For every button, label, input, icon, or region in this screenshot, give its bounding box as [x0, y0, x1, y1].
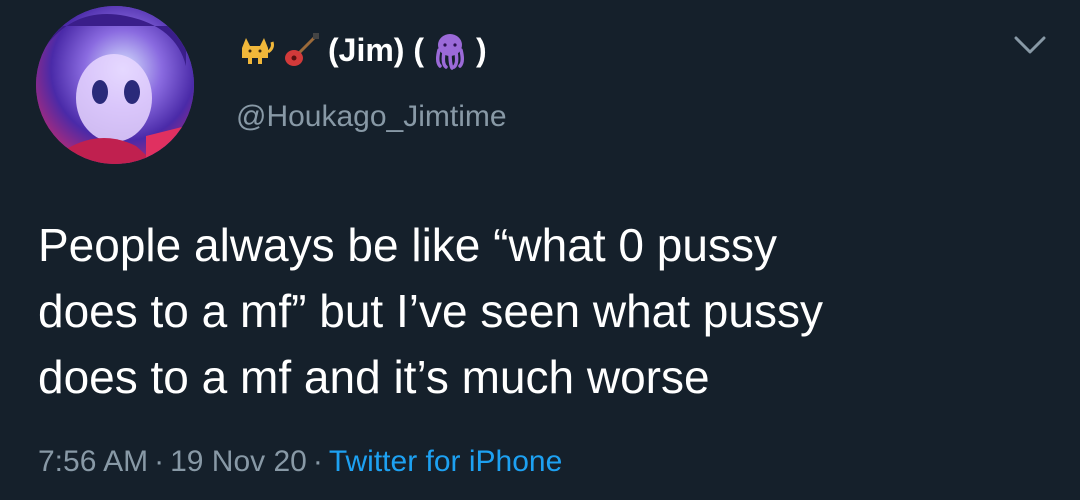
tweet-text-line: does to a mf and it’s much worse [38, 351, 710, 403]
chevron-down-icon[interactable] [1012, 30, 1048, 60]
tweet-time[interactable]: 7:56 AM [38, 445, 148, 478]
tweet-text-line: does to a mf” but I’ve seen what pussy [38, 285, 823, 337]
tweet-date[interactable]: 19 Nov 20 [170, 445, 307, 478]
meta-separator: · [312, 445, 323, 478]
guitar-icon [282, 30, 322, 70]
meta-separator: · [154, 445, 165, 478]
display-name-close: ) [476, 31, 487, 68]
user-handle[interactable]: @Houkago_Jimtime [236, 100, 507, 134]
avatar[interactable] [36, 6, 194, 164]
tweet-source-link[interactable]: Twitter for iPhone [329, 445, 562, 478]
octopus-icon [430, 30, 470, 70]
cat-icon [236, 30, 276, 70]
display-name-text: (Jim) ( [328, 31, 424, 68]
display-name[interactable]: (Jim) ( ) [236, 26, 487, 74]
tweet-meta: 7:56 AM · 19 Nov 20 · Twitter for iPhone [38, 445, 562, 479]
tweet-card: (Jim) ( ) @Houkago_Jimtime People always… [0, 0, 1080, 500]
tweet-text: People always be like “what 0 pussy does… [38, 212, 1048, 410]
tweet-text-line: People always be like “what 0 pussy [38, 219, 777, 271]
